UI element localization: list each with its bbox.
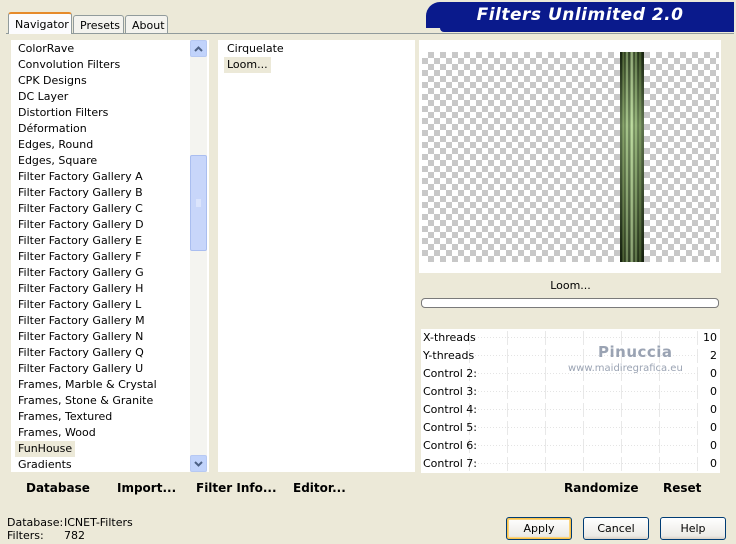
- progress-bar: [421, 298, 719, 308]
- preview-caption: Loom...: [550, 279, 591, 292]
- control-value: 0: [710, 385, 717, 398]
- category-item[interactable]: Filter Factory Gallery C: [15, 201, 146, 217]
- help-button[interactable]: Help: [660, 517, 726, 540]
- slider-track[interactable]: [469, 427, 698, 428]
- scroll-thumb[interactable]: [190, 155, 207, 251]
- slider-ticks: [469, 457, 698, 471]
- control-value: 0: [710, 421, 717, 434]
- control-label: Control 6:: [423, 439, 477, 452]
- category-item[interactable]: Frames, Stone & Granite: [15, 393, 156, 409]
- category-item[interactable]: Filter Factory Gallery L: [15, 297, 144, 313]
- category-item[interactable]: Filter Factory Gallery H: [15, 281, 146, 297]
- category-item[interactable]: Filter Factory Gallery D: [15, 217, 147, 233]
- category-item[interactable]: Edges, Round: [15, 137, 96, 153]
- filter-item[interactable]: Loom...: [224, 57, 271, 73]
- slider-ticks: [469, 439, 698, 453]
- category-item[interactable]: Filter Factory Gallery M: [15, 313, 148, 329]
- watermark-url: www.maidiregrafica.eu: [568, 363, 683, 374]
- filter-info-button[interactable]: Filter Info...: [196, 481, 277, 496]
- control-label: Control 2:: [423, 367, 477, 380]
- banner-stripe: [440, 28, 734, 32]
- reset-button[interactable]: Reset: [663, 481, 701, 496]
- randomize-button[interactable]: Randomize: [564, 481, 638, 496]
- status-database-label: Database:: [7, 516, 64, 529]
- chevron-up-icon: [194, 46, 203, 52]
- tab-navigator[interactable]: Navigator: [8, 12, 72, 34]
- control-value: 2: [710, 349, 717, 362]
- category-item[interactable]: Filter Factory Gallery B: [15, 185, 146, 201]
- category-item[interactable]: Frames, Textured: [15, 409, 115, 425]
- category-item[interactable]: Gradients: [15, 457, 75, 473]
- slider-track[interactable]: [469, 409, 698, 410]
- slider-track[interactable]: [469, 463, 698, 464]
- category-scrollbar[interactable]: [190, 40, 207, 472]
- control-value: 0: [710, 457, 717, 470]
- category-item[interactable]: Convolution Filters: [15, 57, 123, 73]
- import-button[interactable]: Import...: [117, 481, 176, 496]
- category-item[interactable]: Frames, Marble & Crystal: [15, 377, 160, 393]
- control-slider-row[interactable]: Control 5: 0: [421, 419, 720, 437]
- tab-presets[interactable]: Presets: [73, 15, 124, 34]
- category-item[interactable]: Filter Factory Gallery U: [15, 361, 146, 377]
- category-list[interactable]: ColorRave Convolution Filters CPK Designs D…: [11, 40, 209, 472]
- category-item[interactable]: Déformation: [15, 121, 90, 137]
- category-item[interactable]: ColorRave: [15, 41, 77, 57]
- control-label: Y-threads: [423, 349, 475, 362]
- control-value: 10: [703, 331, 717, 344]
- slider-track[interactable]: [469, 337, 698, 338]
- tab-divider: [6, 33, 734, 34]
- control-value: 0: [710, 403, 717, 416]
- control-slider-row[interactable]: Control 3: 0: [421, 383, 720, 401]
- watermark-name: Pinuccia: [598, 343, 673, 361]
- category-item[interactable]: Frames, Wood: [15, 425, 99, 441]
- filter-item[interactable]: Cirquelate: [224, 41, 287, 57]
- category-item[interactable]: Filter Factory Gallery G: [15, 265, 147, 281]
- category-item[interactable]: Edges, Square: [15, 153, 100, 169]
- preview-image: [422, 52, 719, 262]
- control-slider-row[interactable]: Control 6: 0: [421, 437, 720, 455]
- slider-track[interactable]: [469, 445, 698, 446]
- status-database-value: ICNET-Filters: [64, 516, 133, 529]
- control-slider-row[interactable]: Control 7: 0: [421, 455, 720, 473]
- category-item[interactable]: FunHouse: [15, 441, 76, 457]
- slider-ticks: [469, 421, 698, 435]
- control-slider-row[interactable]: Control 4: 0: [421, 401, 720, 419]
- control-label: Control 3:: [423, 385, 477, 398]
- category-item[interactable]: Filter Factory Gallery Q: [15, 345, 147, 361]
- apply-button[interactable]: Apply: [506, 517, 572, 540]
- grip-icon: [196, 199, 201, 207]
- control-value: 0: [710, 439, 717, 452]
- loom-threads-shading: [620, 52, 644, 262]
- chevron-down-icon: [194, 461, 203, 467]
- tab-about[interactable]: About: [125, 15, 168, 34]
- editor-button[interactable]: Editor...: [293, 481, 346, 496]
- control-label: Control 7:: [423, 457, 477, 470]
- category-item[interactable]: CPK Designs: [15, 73, 90, 89]
- slider-ticks: [469, 385, 698, 399]
- control-value: 0: [710, 367, 717, 380]
- slider-ticks: [469, 403, 698, 417]
- cancel-button[interactable]: Cancel: [583, 517, 649, 540]
- category-item[interactable]: Distortion Filters: [15, 105, 111, 121]
- control-slider-row[interactable]: X-threads 10: [421, 329, 720, 347]
- status-filters-value: 782: [64, 529, 85, 542]
- database-button[interactable]: Database: [26, 481, 90, 496]
- category-item[interactable]: Filter Factory Gallery E: [15, 233, 145, 249]
- scroll-down-button[interactable]: [190, 455, 207, 472]
- control-label: Control 4:: [423, 403, 477, 416]
- app-title: Filters Unlimited 2.0: [426, 2, 734, 28]
- slider-track[interactable]: [469, 391, 698, 392]
- category-item[interactable]: Filter Factory Gallery N: [15, 329, 146, 345]
- scroll-up-button[interactable]: [190, 40, 207, 57]
- category-item[interactable]: Filter Factory Gallery A: [15, 169, 146, 185]
- control-label: X-threads: [423, 331, 476, 344]
- control-label: Control 5:: [423, 421, 477, 434]
- category-item[interactable]: Filter Factory Gallery F: [15, 249, 144, 265]
- category-item[interactable]: DC Layer: [15, 89, 71, 105]
- status-filters-label: Filters:: [7, 529, 44, 542]
- filter-list[interactable]: Cirquelate Loom...: [218, 40, 415, 472]
